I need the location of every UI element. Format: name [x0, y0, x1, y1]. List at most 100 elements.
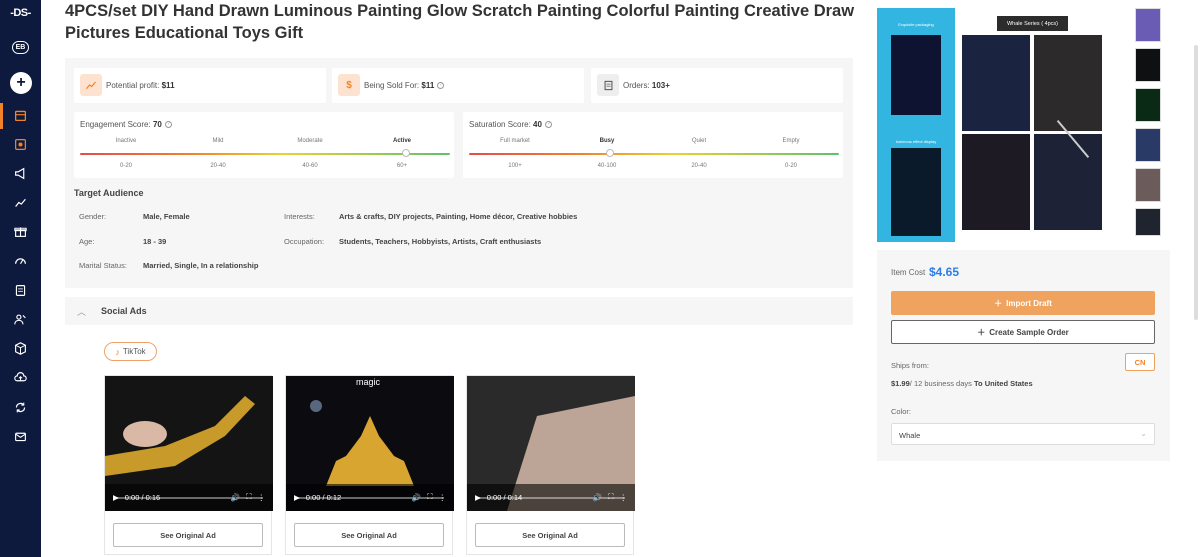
video-controls: ▶ 0:00 / 0:14 🔊 ⛶ ⋮: [467, 483, 635, 511]
account-badge[interactable]: EB: [12, 41, 29, 54]
video-controls: ▶ 0:00 / 0:12 🔊 ⛶ ⋮: [286, 483, 454, 511]
glow-image: [891, 148, 941, 236]
play-icon[interactable]: ▶: [475, 493, 481, 502]
engagement-level-label: Active: [392, 138, 412, 144]
saturation-level-label: Quiet: [691, 138, 707, 144]
thumbnail[interactable]: [1135, 128, 1161, 162]
thumbnail[interactable]: [1135, 208, 1161, 236]
dollar-icon: $: [338, 74, 360, 96]
engagement-range-label: 60+: [396, 163, 408, 169]
color-select[interactable]: Whale ⌄: [891, 423, 1155, 445]
sync-icon[interactable]: [0, 396, 41, 418]
chart-up-icon: [80, 74, 102, 96]
fullscreen-icon[interactable]: ⛶: [246, 492, 251, 502]
engagement-level-label: Inactive: [115, 138, 137, 144]
product-image-left: Exquisite packaging luminous effect disp…: [877, 8, 955, 242]
more-icon[interactable]: ⋮: [258, 493, 266, 502]
see-original-ad-button[interactable]: See Original Ad: [113, 523, 263, 547]
speed-icon[interactable]: [0, 249, 41, 271]
artwork-1: [962, 35, 1030, 131]
volume-icon[interactable]: 🔊: [412, 493, 421, 502]
profit-label: Potential profit: $11: [106, 81, 175, 90]
social-ads-title: Social Ads: [101, 306, 147, 316]
country-cn-button[interactable]: CN: [1125, 353, 1155, 371]
cloud-icon[interactable]: [0, 366, 41, 388]
play-icon[interactable]: ▶: [113, 493, 119, 502]
plus-icon: ＋: [994, 298, 1003, 308]
thumbnail[interactable]: [1135, 88, 1161, 122]
thumbnail[interactable]: [1135, 168, 1161, 202]
video-card: magic ▶ 0:00 / 0:12 🔊 ⛶ ⋮ See Original A…: [285, 375, 454, 555]
color-label: Color:: [891, 407, 912, 416]
video-controls: ▶ 0:00 / 0:16 🔊 ⛶ ⋮: [105, 483, 273, 511]
engagement-card: Engagement Score: 70? Inactive 0-20 Mild 20…: [74, 112, 454, 178]
thumbnail[interactable]: [1135, 48, 1161, 82]
gender-value: Male, Female: [143, 212, 190, 221]
profit-card: Potential profit: $11: [74, 68, 326, 103]
interests-label: Interests:: [284, 212, 315, 221]
mail-icon[interactable]: [0, 425, 41, 447]
purchase-panel: Item Cost $4.65 ＋ Import Draft ＋ Create Sa…: [877, 250, 1170, 461]
create-sample-order-button[interactable]: ＋ Create Sample Order: [891, 320, 1155, 344]
gift-icon[interactable]: [0, 220, 41, 242]
sample-order-label: Create Sample Order: [989, 327, 1069, 337]
play-icon[interactable]: ▶: [294, 493, 300, 502]
saturation-level-label: Full market: [500, 138, 530, 144]
item-cost-label: Item Cost: [891, 268, 926, 277]
help-icon[interactable]: ?: [437, 82, 445, 90]
more-icon[interactable]: ⋮: [439, 493, 447, 502]
volume-icon[interactable]: 🔊: [593, 493, 602, 502]
shipping-info: $1.99/ 12 business days To United States: [891, 379, 1033, 388]
main-product-image[interactable]: [962, 35, 1102, 231]
product-icon[interactable]: [0, 133, 41, 155]
users-icon[interactable]: [0, 308, 41, 330]
video-time: 0:00 / 0:16: [124, 492, 161, 502]
saturation-gradient-bar: [469, 153, 839, 155]
chart-icon[interactable]: [0, 191, 41, 213]
engagement-range-label: 0-20: [119, 163, 133, 169]
box-icon[interactable]: [0, 337, 41, 359]
thumbnail[interactable]: [1135, 8, 1161, 42]
volume-icon[interactable]: 🔊: [231, 493, 240, 502]
video-card: ▶ 0:00 / 0:16 🔊 ⛶ ⋮ See Original Ad: [104, 375, 273, 555]
help-icon[interactable]: ?: [164, 121, 172, 129]
import-draft-button[interactable]: ＋ Import Draft: [891, 291, 1155, 315]
store-icon[interactable]: [0, 104, 41, 126]
video-time: 0:00 / 0:12: [305, 492, 342, 502]
document-icon[interactable]: [0, 279, 41, 301]
clipboard-icon: [597, 74, 619, 96]
orders-card: Orders: 103+: [591, 68, 843, 103]
add-button[interactable]: +: [10, 72, 32, 94]
see-original-ad-button[interactable]: See Original Ad: [294, 523, 444, 547]
engagement-marker: [401, 149, 410, 157]
fullscreen-icon[interactable]: ⛶: [427, 492, 432, 502]
help-icon[interactable]: ?: [544, 121, 552, 129]
age-value: 18 - 39: [143, 237, 167, 246]
more-icon[interactable]: ⋮: [620, 493, 628, 502]
saturation-level-label: Busy: [599, 138, 615, 144]
tiktok-tab-label: TikTok: [122, 347, 146, 356]
megaphone-icon[interactable]: [0, 162, 41, 184]
page-scrollbar[interactable]: [1194, 45, 1198, 320]
orders-label: Orders: 103+: [623, 81, 670, 90]
saturation-range-label: 0-20: [784, 163, 798, 169]
import-draft-label: Import Draft: [1006, 298, 1052, 308]
occupation-label: Occupation:: [284, 237, 325, 246]
video-player[interactable]: ▶ 0:00 / 0:16 🔊 ⛶ ⋮: [105, 376, 273, 511]
chevron-up-icon[interactable]: ︿: [77, 305, 86, 318]
age-label: Age:: [79, 237, 95, 246]
fullscreen-icon[interactable]: ⛶: [608, 492, 613, 502]
video-overlay-text: magic: [356, 377, 381, 387]
artwork-2: [1034, 35, 1102, 131]
tiktok-tab[interactable]: ♪ TikTok: [104, 342, 157, 361]
engagement-range-label: 20-40: [210, 163, 226, 169]
target-audience-title: Target Audience: [74, 188, 144, 198]
saturation-card: Saturation Score: 40? Full market 100+ Bus…: [463, 112, 843, 178]
see-original-ad-button[interactable]: See Original Ad: [475, 523, 625, 547]
video-player[interactable]: magic ▶ 0:00 / 0:12 🔊 ⛶ ⋮: [286, 376, 454, 511]
video-player[interactable]: ▶ 0:00 / 0:14 🔊 ⛶ ⋮: [467, 376, 635, 511]
sidebar: -DS- EB +: [0, 0, 41, 557]
engagement-level-label: Mild: [212, 138, 224, 144]
social-ads-header[interactable]: ︿ Social Ads: [65, 297, 853, 325]
sold-label: Being Sold For: $11?: [364, 81, 445, 90]
